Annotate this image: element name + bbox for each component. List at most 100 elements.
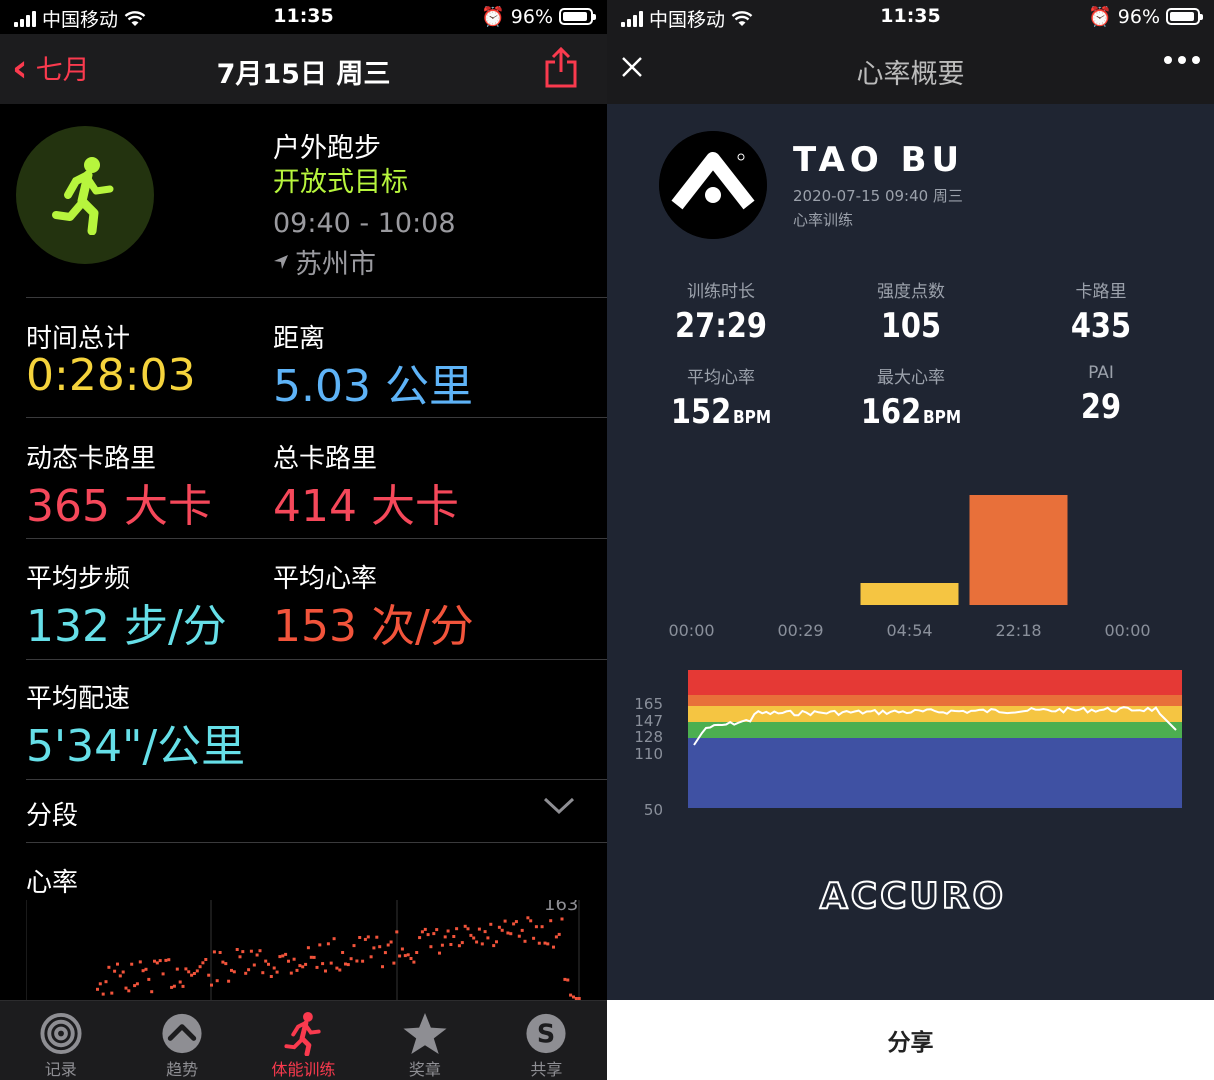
stat-value: 29: [1080, 387, 1122, 427]
metric-value-total-time: 0:28:03: [26, 350, 196, 401]
stat-label: 强度点数: [877, 282, 945, 302]
hr-sample-point: [415, 951, 419, 954]
hr-sample-point: [560, 917, 564, 921]
svg-text:ACCURO: ACCURO: [820, 876, 1006, 917]
hr-sample-point: [116, 962, 119, 966]
status-bar: 中国移动 11:35 ⏰ 96%: [0, 0, 607, 34]
hr-sample-point: [306, 946, 310, 950]
hr-sample-point: [187, 970, 191, 974]
hr-sample-point: [155, 961, 159, 965]
svg-text:S: S: [537, 1018, 555, 1048]
divider: [26, 297, 607, 298]
hr-sample-point: [472, 936, 476, 940]
stat-pai: PAI 29: [1021, 363, 1181, 427]
hr-sample-point: [124, 986, 128, 990]
hr-sample-point: [184, 967, 188, 971]
hr-sample-point: [150, 990, 154, 994]
tab-workouts[interactable]: 体能训练: [243, 1001, 364, 1080]
hr-sample-point: [135, 982, 139, 986]
workout-type: 心率训练: [793, 211, 854, 229]
hr-sample-point: [218, 951, 222, 954]
hr-tick-label: 110: [634, 745, 663, 763]
hr-sample-point: [332, 937, 336, 941]
hr-tick-label: 128: [634, 728, 663, 746]
status-right: ⏰ 96%: [481, 5, 596, 28]
hr-sample-point: [412, 960, 416, 964]
hr-max-label: 163: [544, 900, 578, 915]
tab-label: 趋势: [166, 1060, 199, 1079]
hr-sample-point: [215, 979, 219, 983]
hr-sample-point: [247, 968, 251, 972]
hr-sample-point: [514, 920, 518, 924]
share-icon[interactable]: [543, 46, 579, 88]
hr-sample-point: [369, 955, 373, 959]
hr-zone-band: [688, 722, 1182, 738]
metric-value-active-calories: 365 大卡: [26, 481, 212, 532]
hr-sample-point: [446, 929, 450, 933]
hr-sample-point: [167, 958, 171, 962]
battery-icon: [559, 8, 596, 25]
hr-sample-point: [344, 962, 347, 966]
hr-sample-point: [238, 955, 242, 959]
hr-sample-point: [403, 954, 407, 958]
stat-avg-hr: 平均心率 152BPM: [641, 363, 801, 432]
battery-percent: 96%: [1117, 5, 1160, 28]
hr-sample-point: [386, 943, 390, 947]
hr-sample-point: [144, 967, 148, 971]
tab-sharing[interactable]: S 共享: [486, 1001, 607, 1080]
hr-sample-point: [289, 971, 293, 975]
tab-activity[interactable]: 记录: [0, 1001, 121, 1080]
hr-sample-point: [500, 928, 504, 932]
stat-value: 162BPM: [860, 392, 962, 432]
hr-zone-band: [688, 670, 1182, 695]
hr-sample-point: [212, 950, 216, 954]
hr-sample-point: [267, 962, 270, 966]
hr-sample-point: [423, 927, 427, 931]
stat-label: 卡路里: [1075, 282, 1127, 302]
more-options-icon[interactable]: [1164, 56, 1200, 64]
tab-label: 奖章: [408, 1060, 441, 1079]
hr-sample-point: [161, 972, 165, 976]
tab-bar: 记录 趋势 体能训练 奖章 S 共享: [0, 1000, 607, 1080]
hr-sample-point: [318, 943, 322, 947]
hr-zone-chart: 00:00 00:29 04:54 22:18 00:00: [668, 495, 1151, 640]
hr-sample-point: [532, 936, 536, 940]
hr-sample-point: [287, 959, 290, 963]
hr-sample-point: [104, 980, 108, 984]
divider: [26, 779, 607, 780]
hr-sample-point: [261, 971, 265, 975]
hr-sample-point: [566, 978, 570, 982]
stat-label: PAI: [1088, 363, 1114, 383]
hr-sample-point: [324, 969, 327, 973]
hr-sample-point: [201, 961, 205, 965]
hr-tick-label: 50: [644, 801, 663, 819]
hr-sample-point: [121, 970, 125, 974]
hr-sample-point: [546, 942, 550, 946]
hr-sample-point: [469, 933, 473, 937]
hr-sample-point: [383, 951, 387, 955]
splits-row[interactable]: 分段: [26, 795, 78, 832]
divider: [26, 842, 607, 843]
hr-sample-point: [361, 959, 365, 963]
stat-value: 435: [1070, 306, 1132, 346]
chevron-down-icon[interactable]: [543, 796, 575, 816]
hr-sample-point: [352, 944, 356, 948]
hr-sample-point: [170, 985, 174, 989]
tab-trends[interactable]: 趋势: [121, 1001, 242, 1080]
hr-sample-point: [486, 936, 490, 940]
metric-value-total-calories: 414 大卡: [273, 481, 459, 532]
hr-sample-point: [572, 995, 575, 999]
hr-sample-point: [110, 991, 114, 995]
hr-sample-point: [449, 943, 453, 946]
hr-sample-point: [520, 928, 524, 932]
tab-awards[interactable]: 奖章: [364, 1001, 485, 1080]
hr-sample-point: [264, 959, 268, 963]
hr-sample-point: [321, 962, 325, 966]
hr-sample-point: [281, 954, 285, 958]
hr-sample-point: [298, 964, 302, 968]
hr-sample-point: [480, 942, 484, 946]
share-button[interactable]: 分享: [607, 1000, 1214, 1080]
hr-sample-point: [284, 952, 288, 956]
hr-sample-point: [192, 972, 196, 975]
hr-sample-point: [232, 970, 236, 974]
